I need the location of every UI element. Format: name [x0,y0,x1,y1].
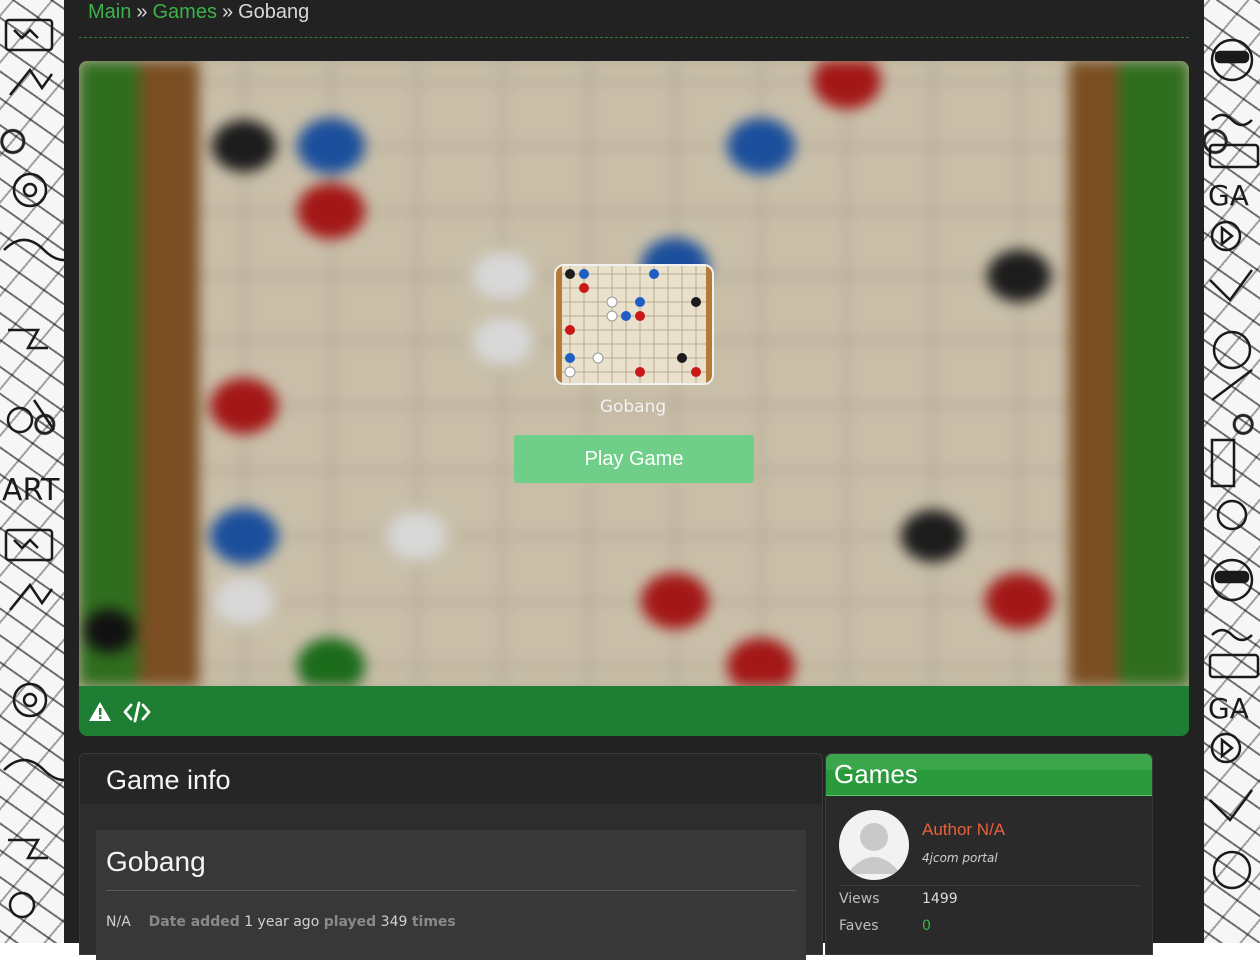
author-link[interactable]: Author N/A [922,820,1005,840]
breadcrumb: Main» Games» Gobang [88,0,309,26]
game-info-card: Gobang N/A Date added 1 year ago played … [96,830,806,960]
svg-text:GA: GA [1208,692,1249,725]
game-info-divider [106,890,796,891]
times-label: times [411,914,456,930]
game-toolbar [79,686,1189,736]
game-info-panel: Game info Gobang N/A Date added 1 year a… [79,753,823,960]
played-label: played [323,914,377,930]
breadcrumb-divider [79,37,1189,38]
date-added-value: 1 year ago [244,914,320,930]
views-label: Views [839,891,880,907]
played-count: 349 [380,914,408,930]
faves-label: Faves [839,918,879,934]
svg-text:GA: GA [1208,179,1249,212]
user-placeholder-icon [847,823,901,874]
gobang-board-thumbnail [556,266,712,383]
game-title-label: Gobang [599,397,667,417]
decorative-doodle-right: GA GA [1204,0,1260,943]
breadcrumb-main-link[interactable]: Main [88,1,131,23]
play-game-button[interactable]: Play Game [514,435,754,483]
breadcrumb-separator: » [221,1,234,23]
games-sidebar-heading: Games [834,759,918,789]
embed-code-icon[interactable] [123,700,151,724]
game-stage: Gobang Play Game [79,61,1189,686]
games-sidebar-header: Games [826,754,1152,796]
game-thumbnail[interactable] [554,264,714,385]
doodle-pattern-left: ART [2,18,64,919]
game-info-heading: Game info [106,765,231,795]
svg-text:ART: ART [2,473,60,508]
doodle-pattern-right: GA GA [1208,38,1260,890]
decorative-doodle-left: ART [0,0,64,943]
games-sidebar-panel: Games Author N/A 4jcom portal Views 1499… [825,753,1153,955]
faves-value: 0 [922,918,931,934]
game-author: N/A [106,914,131,930]
game-meta: N/A Date added 1 year ago played 349 tim… [106,914,456,930]
breadcrumb-games-link[interactable]: Games [152,1,216,23]
date-added-label: Date added [148,914,240,930]
game-info-title: Gobang [106,846,206,877]
breadcrumb-current: Gobang [238,1,310,23]
breadcrumb-separator: » [136,1,148,23]
main-content: Main» Games» Gobang Gobang Play Game Gam… [64,0,1204,960]
warning-icon[interactable] [88,700,112,724]
game-info-header: Game info [80,754,822,805]
portal-label: 4jcom portal [922,851,998,865]
avatar[interactable] [839,810,909,880]
sidebar-divider [839,885,1141,886]
views-value: 1499 [922,891,958,907]
